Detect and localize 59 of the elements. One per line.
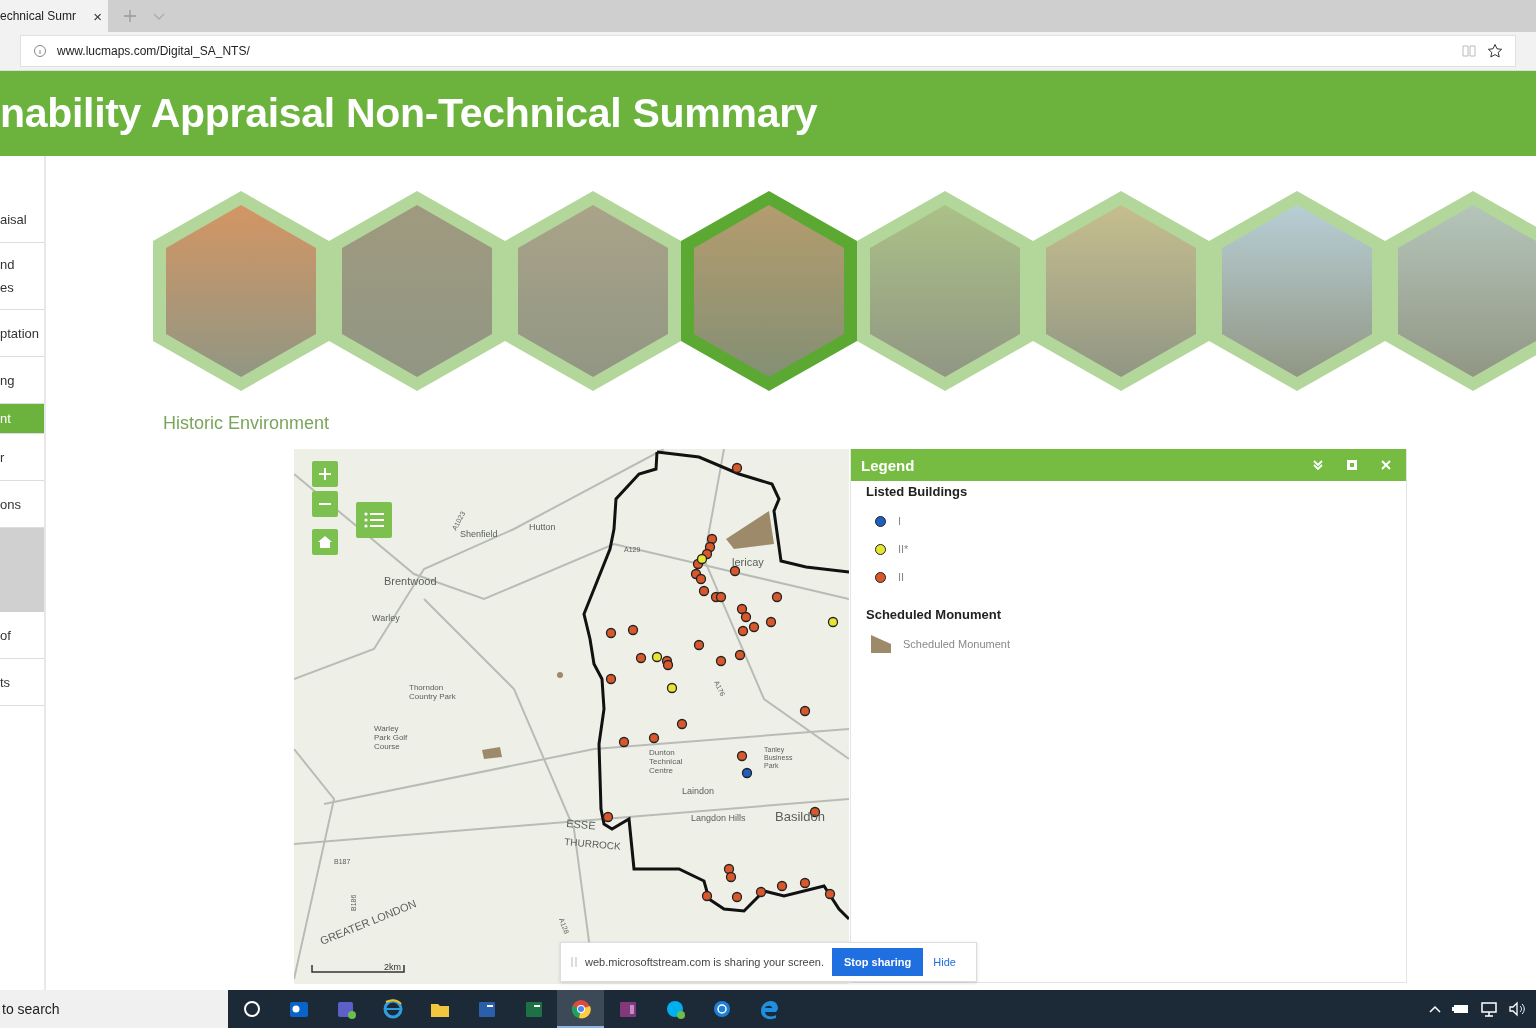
browser-tab[interactable]: echnical Sumr × [0,0,108,32]
map-label: Dunton Technical Centre [649,748,683,775]
map-label: Shenfield [460,529,498,539]
map-label: lericay [732,556,764,568]
map-label: Langdon Hills [691,813,746,823]
stop-sharing-button[interactable]: Stop sharing [832,948,924,976]
share-message: web.microsoftstream.com is sharing your screen. [585,956,825,968]
network-icon[interactable] [1480,1001,1498,1017]
url-text: www.lucmaps.com/Digital_SA_NTS/ [57,44,250,58]
drag-handle-icon[interactable] [571,956,577,968]
zoom-in-button[interactable] [312,461,338,487]
home-icon [317,534,333,550]
legend-group-title: Listed Buildings [866,484,969,499]
legend-label: Scheduled Monument [903,638,1010,650]
page-title: nability Appraisal Non-Technical Summary [0,90,818,137]
map-label: THURROCK [563,836,622,852]
legend-label: II* [898,543,909,555]
sidebar-item[interactable]: of [0,612,44,659]
sidebar-item[interactable]: ts [0,659,44,706]
legend-label: I [898,515,902,527]
taskbar-search-field[interactable]: to search [0,990,228,1028]
sidebar-item[interactable]: r [0,434,44,481]
legend-label: II [898,571,905,583]
scale-label: 2km [384,962,401,972]
map-label: Basildon [775,809,825,824]
collapse-icon[interactable] [1312,459,1324,471]
sidebar-item[interactable]: nd es [0,243,44,310]
info-icon[interactable] [33,44,47,58]
maximize-icon[interactable] [1346,459,1358,471]
hide-link[interactable]: Hide [931,956,958,968]
taskbar-app-button[interactable] [557,990,604,1028]
legend-list-button[interactable] [356,502,392,538]
battery-icon[interactable] [1452,1002,1470,1016]
list-icon [364,512,384,528]
legend-title: Legend [861,456,915,474]
tab-title: echnical Sumr [0,9,77,23]
sidebar-item[interactable]: ptation [0,310,44,357]
book-icon[interactable] [1461,44,1477,58]
plus-icon [318,467,332,481]
new-tab-icon[interactable] [122,8,138,24]
address-field[interactable]: www.lucmaps.com/Digital_SA_NTS/ [20,35,1516,67]
map-label: Thorndon Country Park [409,683,456,701]
map-label: Brentwood [384,575,437,587]
map-label: Warley [372,613,400,623]
close-icon[interactable] [1380,459,1392,471]
close-tab-button[interactable]: × [91,7,104,25]
browser-wheel-icon [569,998,592,1020]
map-label: Laindon [682,786,715,796]
legend-group-title: Scheduled Monument [866,607,1003,622]
globe-e-icon [381,998,404,1020]
map-label: Warley Park Golf Course [374,724,408,751]
map-label: Hutton [529,522,556,532]
sidebar-item[interactable]: aisal [0,196,44,243]
star-icon[interactable] [1487,43,1503,59]
zoom-out-button[interactable] [312,491,338,517]
section-title: Historic Environment [163,413,331,435]
home-button[interactable] [312,529,338,555]
speaker-icon[interactable] [1508,1001,1526,1017]
map-label: ESSE [565,817,597,832]
